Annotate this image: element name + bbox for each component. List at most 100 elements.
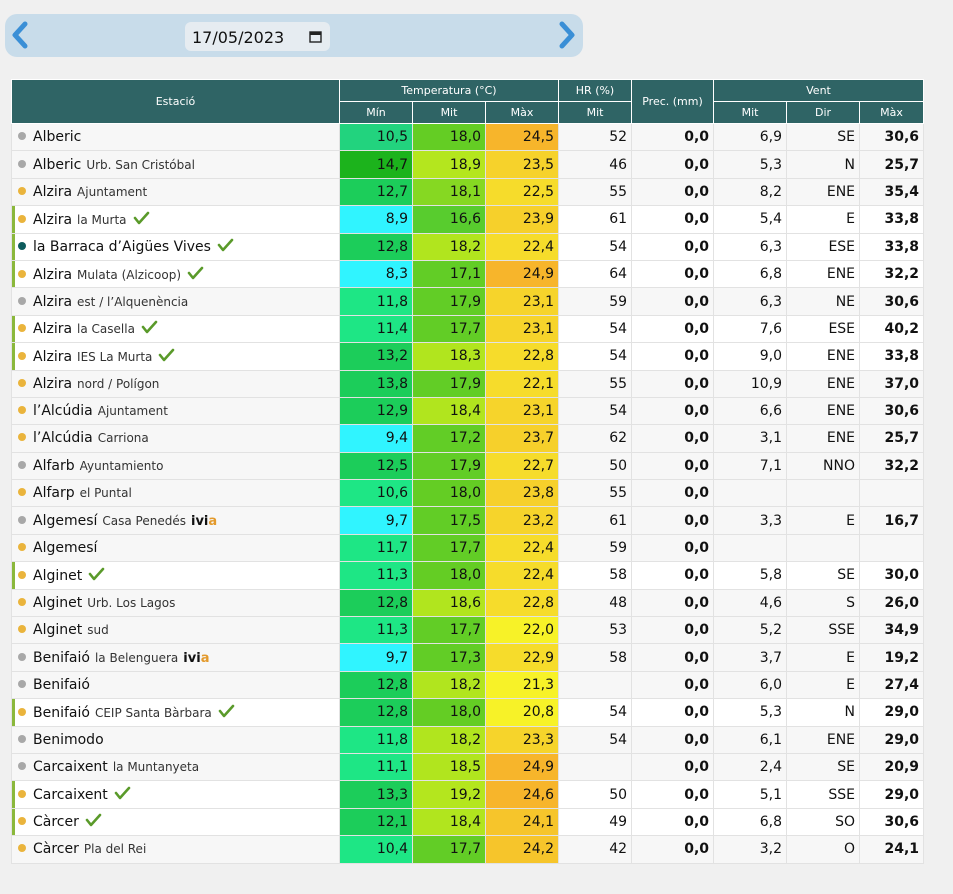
station-cell[interactable]: Alzira est / l’Alquenència bbox=[11, 287, 340, 316]
table-row[interactable]: Alzira IES La Murta 13,2 18,3 22,8 54 0,0 9,0 EN… bbox=[11, 342, 925, 371]
status-dot-icon bbox=[18, 652, 26, 661]
table-row[interactable]: Alzira nord / Polígon 13,8 17,9 22,1 55 0,0 10,… bbox=[11, 369, 925, 398]
station-cell[interactable]: l’Alcúdia Ajuntament bbox=[11, 396, 340, 426]
table-row[interactable]: Alfarp el Puntal 10,6 18,0 23,8 55 0,0 bbox=[11, 479, 925, 508]
hr-cell: 62 bbox=[558, 424, 633, 453]
station-cell[interactable]: Alzira la Murta bbox=[11, 205, 340, 234]
station-cell[interactable]: Alzira la Casella bbox=[11, 314, 340, 344]
table-row[interactable]: Alginet Urb. Los Lagos 12,8 18,6 22,8 48 0,0 4,… bbox=[11, 588, 925, 618]
table-row[interactable]: Alzira la Murta 8,9 16,6 23,9 61 0,0 5,4 E 33,8 bbox=[11, 205, 925, 234]
header-wind: Vent bbox=[713, 79, 925, 102]
station-cell[interactable]: Alfarb Ayuntamiento bbox=[11, 451, 340, 481]
station-cell[interactable]: Alberic Urb. San Cristóbal bbox=[11, 150, 340, 179]
station-cell[interactable]: Alzira IES La Murta bbox=[11, 342, 340, 371]
calendar-icon[interactable] bbox=[309, 30, 322, 43]
temp-min-cell: 12,1 bbox=[339, 807, 413, 837]
hr-cell bbox=[558, 670, 633, 700]
status-dot-icon bbox=[18, 186, 26, 195]
hr-cell: 46 bbox=[558, 150, 633, 179]
table-row[interactable]: Carcaixent la Muntanyeta 11,1 18,5 24,9 0,0 2,… bbox=[11, 752, 925, 782]
station-cell[interactable]: Càrcer bbox=[11, 807, 340, 837]
table-row[interactable]: Alginet sud 11,3 17,7 22,0 53 0,0 5,2 SSE 34,9 bbox=[11, 616, 925, 645]
table-row[interactable]: Alzira Mulata (Alzicoop) 8,3 17,1 24,9 64 0,0 6… bbox=[11, 259, 925, 289]
status-dot-icon bbox=[18, 762, 26, 771]
station-cell[interactable]: Alzira Mulata (Alzicoop) bbox=[11, 259, 340, 289]
station-cell[interactable]: Alfarp el Puntal bbox=[11, 479, 340, 508]
table-row[interactable]: l’Alcúdia Carriona 9,4 17,2 23,7 62 0,0 3,1 ENE 2… bbox=[11, 424, 925, 453]
station-cell[interactable]: Carcaixent la Muntanyeta bbox=[11, 752, 340, 782]
status-dot-icon bbox=[18, 351, 26, 360]
hr-cell: 54 bbox=[558, 725, 633, 754]
station-cell[interactable]: Algemesí bbox=[11, 533, 340, 563]
station-cell[interactable]: Carcaixent bbox=[11, 780, 340, 809]
station-sublocation: sud bbox=[87, 623, 109, 638]
wind-max-cell: 32,2 bbox=[859, 451, 925, 481]
station-cell[interactable]: Algemesí Casa Penedés ivia bbox=[11, 506, 340, 535]
station-sublocation: Ajuntament bbox=[97, 404, 168, 419]
table-row[interactable]: Benimodo 11,8 18,2 23,3 54 0,0 6,1 ENE 29,0 bbox=[11, 725, 925, 754]
station-cell[interactable]: Benimodo bbox=[11, 725, 340, 754]
wind-dir-cell: N bbox=[786, 150, 861, 179]
table-row[interactable]: Benifaió 12,8 18,2 21,3 0,0 6,0 E 27,4 bbox=[11, 670, 925, 700]
table-row[interactable]: Alfarb Ayuntamiento 12,5 17,9 22,7 50 0,0 7,1 NN… bbox=[11, 451, 925, 481]
header-wind-dir: Dir bbox=[786, 101, 861, 124]
wind-mit-cell: 3,7 bbox=[713, 643, 788, 672]
station-cell[interactable]: Alzira Ajuntament bbox=[11, 177, 340, 207]
station-cell[interactable]: Benifaió la Belenguera ivia bbox=[11, 643, 340, 672]
table-row[interactable]: Alzira est / l’Alquenència 11,8 17,9 23,1 59 0… bbox=[11, 287, 925, 316]
wind-mit-cell: 6,8 bbox=[713, 807, 788, 837]
wind-mit-cell: 6,6 bbox=[713, 396, 788, 426]
station-cell[interactable]: Alginet bbox=[11, 561, 340, 590]
station-cell[interactable]: Alzira nord / Polígon bbox=[11, 369, 340, 398]
temp-mit-cell: 17,5 bbox=[412, 506, 486, 535]
table-row[interactable]: Carcaixent 13,3 19,2 24,6 50 0,0 5,1 SSE 29,0 bbox=[11, 780, 925, 809]
table-row[interactable]: Alzira la Casella 11,4 17,7 23,1 54 0,0 7,6 ESE 4… bbox=[11, 314, 925, 344]
temp-mit-cell: 18,5 bbox=[412, 752, 486, 782]
station-location: Benifaió bbox=[33, 649, 90, 666]
station-location: Benifaió bbox=[33, 704, 90, 721]
wind-dir-cell: ESE bbox=[786, 314, 861, 344]
station-sublocation: Carriona bbox=[97, 431, 149, 446]
table-row[interactable]: Alginet 11,3 18,0 22,4 58 0,0 5,8 SE 30,0 bbox=[11, 561, 925, 590]
table-row[interactable]: Benifaió la Belenguera ivia 9,7 17,3 22,9 58 0,… bbox=[11, 643, 925, 672]
chevron-right-icon[interactable] bbox=[552, 18, 582, 52]
temp-max-cell: 22,8 bbox=[484, 588, 560, 618]
station-cell[interactable]: Alberic bbox=[11, 122, 340, 152]
temp-mit-cell: 18,4 bbox=[412, 807, 486, 837]
wind-dir-cell: SE bbox=[786, 752, 861, 782]
chevron-left-icon[interactable] bbox=[5, 18, 35, 52]
hr-cell: 50 bbox=[558, 780, 633, 809]
temp-max-cell: 22,9 bbox=[484, 643, 560, 672]
header-temp-max: Màx bbox=[484, 101, 560, 124]
wind-mit-cell: 5,3 bbox=[713, 150, 788, 179]
table-row[interactable]: Algemesí 11,7 17,7 22,4 59 0,0 bbox=[11, 533, 925, 563]
table-row[interactable]: Alzira Ajuntament 12,7 18,1 22,5 55 0,0 8,2 ENE 3… bbox=[11, 177, 925, 207]
temp-min-cell: 8,9 bbox=[339, 205, 413, 234]
prec-cell: 0,0 bbox=[631, 342, 715, 371]
station-cell[interactable]: Benifaió bbox=[11, 670, 340, 700]
station-cell[interactable]: la Barraca d’Aigües Vives bbox=[11, 232, 340, 261]
temp-mit-cell: 17,9 bbox=[412, 287, 486, 316]
prec-cell: 0,0 bbox=[631, 369, 715, 398]
table-row[interactable]: Càrcer 12,1 18,4 24,1 49 0,0 6,8 SO 30,6 bbox=[11, 807, 925, 837]
station-sublocation: Pla del Rei bbox=[83, 842, 147, 857]
wind-mit-cell: 6,8 bbox=[713, 259, 788, 289]
station-cell[interactable]: Benifaió CEIP Santa Bàrbara bbox=[11, 698, 340, 727]
table-row[interactable]: Benifaió CEIP Santa Bàrbara 12,8 18,0 20,8 54… bbox=[11, 698, 925, 727]
prec-cell: 0,0 bbox=[631, 259, 715, 289]
station-cell[interactable]: l’Alcúdia Carriona bbox=[11, 424, 340, 453]
station-cell[interactable]: Alginet Urb. Los Lagos bbox=[11, 588, 340, 618]
table-row[interactable]: l’Alcúdia Ajuntament 12,9 18,4 23,1 54 0,0 6,6 E… bbox=[11, 396, 925, 426]
station-cell[interactable]: Càrcer Pla del Rei bbox=[11, 835, 340, 864]
table-row[interactable]: Algemesí Casa Penedés ivia 9,7 17,5 23,2 61 0,0… bbox=[11, 506, 925, 535]
hr-cell: 50 bbox=[558, 451, 633, 481]
station-cell[interactable]: Alginet sud bbox=[11, 616, 340, 645]
date-input[interactable]: 17/05/2023 bbox=[185, 22, 330, 51]
table-row[interactable]: Càrcer Pla del Rei 10,4 17,7 24,2 42 0,0 3,2 O 24… bbox=[11, 835, 925, 864]
table-row[interactable]: Alberic Urb. San Cristóbal 14,7 18,9 23,5 46 0… bbox=[11, 150, 925, 179]
prec-cell: 0,0 bbox=[631, 835, 715, 864]
temp-mit-cell: 18,2 bbox=[412, 725, 486, 754]
status-dot-icon bbox=[18, 597, 26, 606]
table-row[interactable]: la Barraca d’Aigües Vives 12,8 18,2 22,4 54 0… bbox=[11, 232, 925, 261]
table-row[interactable]: Alberic 10,5 18,0 24,5 52 0,0 6,9 SE 30,6 bbox=[11, 122, 925, 152]
